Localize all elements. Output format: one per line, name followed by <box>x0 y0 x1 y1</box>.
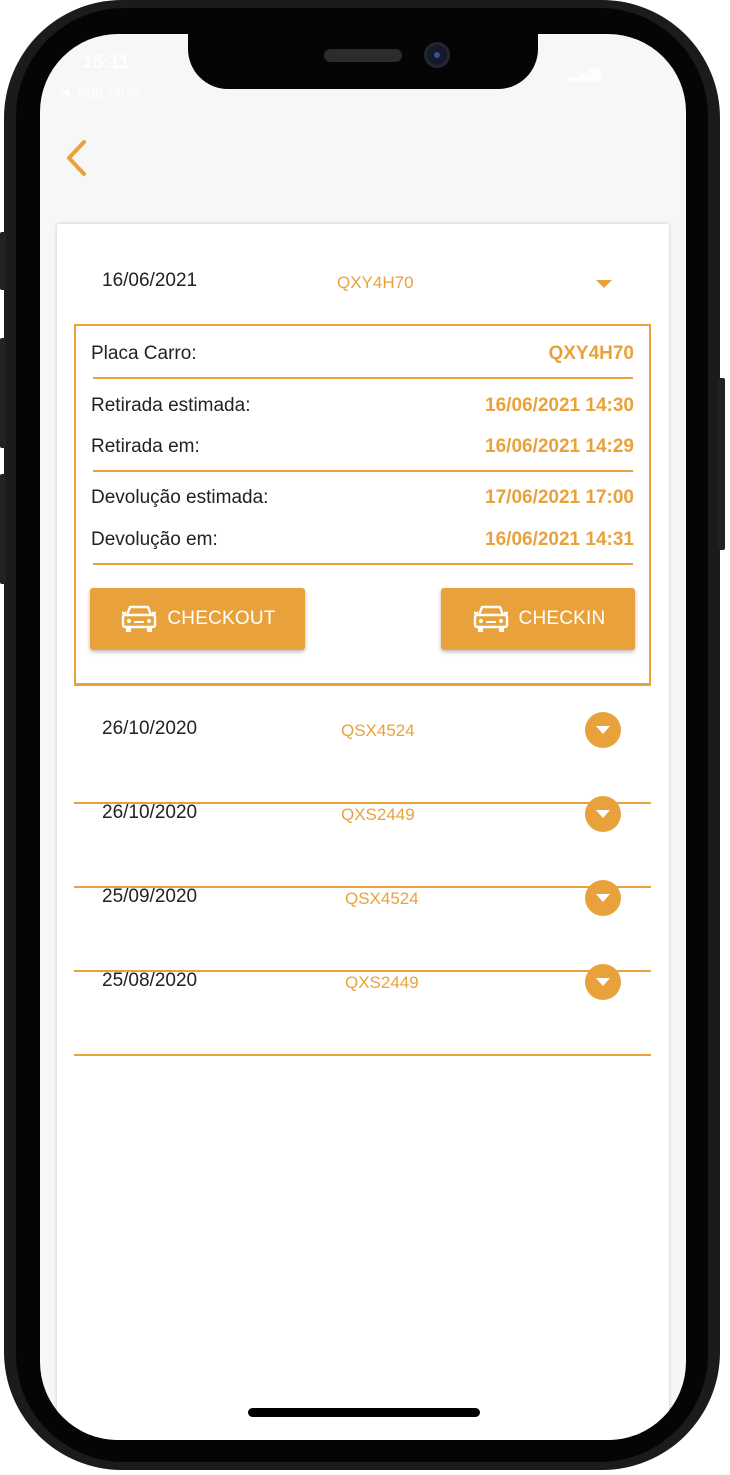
detail-value-return-actual: 16/06/2021 14:31 <box>485 529 634 550</box>
app-store-back-link[interactable]: ◄ App Store <box>58 84 143 101</box>
rental-row[interactable]: 26/10/2020 QSX4524 <box>57 702 669 762</box>
caret-down-circle-icon[interactable] <box>585 796 621 832</box>
silent-switch <box>0 232 6 290</box>
divider <box>93 377 633 379</box>
status-time: 15:11 <box>82 52 130 73</box>
status-icons: ▂▄▆ ◠ ▭ <box>567 64 648 82</box>
car-icon <box>122 605 157 632</box>
rental-plate: QSX4524 <box>341 721 415 740</box>
detail-value-return-estimated: 17/06/2021 17:00 <box>485 487 634 508</box>
checkin-label: CHECKIN <box>518 608 606 629</box>
checkout-label: CHECKOUT <box>167 608 276 629</box>
detail-label-return-actual: Devolução em: <box>91 529 218 550</box>
checkin-button[interactable]: CHECKIN <box>441 588 635 650</box>
car-icon <box>473 605 508 632</box>
rental-row[interactable]: 25/09/2020 QSX4524 <box>57 870 669 930</box>
rental-row-expanded[interactable]: 16/06/2021 QXY4H70 <box>57 254 669 314</box>
rental-plate: QSX4524 <box>345 889 419 908</box>
detail-label-pickup-estimated: Retirada estimada: <box>91 395 251 416</box>
rental-date: 26/10/2020 <box>102 718 198 739</box>
rental-details: Placa Carro: QXY4H70 Retirada estimada: … <box>74 324 651 686</box>
volume-up-button <box>0 338 6 448</box>
row-divider <box>74 1054 651 1056</box>
rental-plate: QXS2449 <box>341 805 415 824</box>
speaker <box>324 49 402 62</box>
rental-date: 26/10/2020 <box>102 802 198 823</box>
signal-icon: ▂▄▆ <box>567 65 601 82</box>
rental-date: 16/06/2021 <box>102 270 198 291</box>
rental-plate: QXY4H70 <box>337 273 414 292</box>
rental-plate: QXS2449 <box>345 973 419 992</box>
caret-down-circle-icon[interactable] <box>585 964 621 1000</box>
detail-value-pickup-actual: 16/06/2021 14:29 <box>485 436 634 457</box>
power-button <box>718 378 725 550</box>
rentals-card: 16/06/2021 QXY4H70 Placa Carro: QXY4H70 … <box>57 224 669 1440</box>
caret-down-circle-icon[interactable] <box>585 712 621 748</box>
rental-row[interactable]: 26/10/2020 QXS2449 <box>57 786 669 846</box>
battery-icon: ▭ <box>633 65 648 82</box>
detail-label-return-estimated: Devolução estimada: <box>91 487 269 508</box>
notch <box>188 34 538 89</box>
chevron-left-icon <box>67 140 86 176</box>
home-indicator[interactable] <box>248 1408 480 1417</box>
rental-date: 25/09/2020 <box>102 886 198 907</box>
divider <box>93 563 633 565</box>
detail-label-plate: Placa Carro: <box>91 343 197 364</box>
back-button[interactable] <box>62 136 98 180</box>
camera-icon <box>424 42 450 68</box>
checkout-button[interactable]: CHECKOUT <box>90 588 305 650</box>
wifi-icon: ◠ <box>610 65 624 82</box>
divider <box>93 470 633 472</box>
detail-label-pickup-actual: Retirada em: <box>91 436 200 457</box>
detail-value-plate: QXY4H70 <box>548 343 634 364</box>
caret-down-icon[interactable] <box>596 280 612 288</box>
screen: 15:11 ◄ App Store ▂▄▆ ◠ ▭ 16/06/2021 QXY… <box>40 34 686 1440</box>
caret-down-circle-icon[interactable] <box>585 880 621 916</box>
rental-date: 25/08/2020 <box>102 970 198 991</box>
rental-row[interactable]: 25/08/2020 QXS2449 <box>57 954 669 1014</box>
volume-down-button <box>0 474 6 584</box>
detail-value-pickup-estimated: 16/06/2021 14:30 <box>485 395 634 416</box>
